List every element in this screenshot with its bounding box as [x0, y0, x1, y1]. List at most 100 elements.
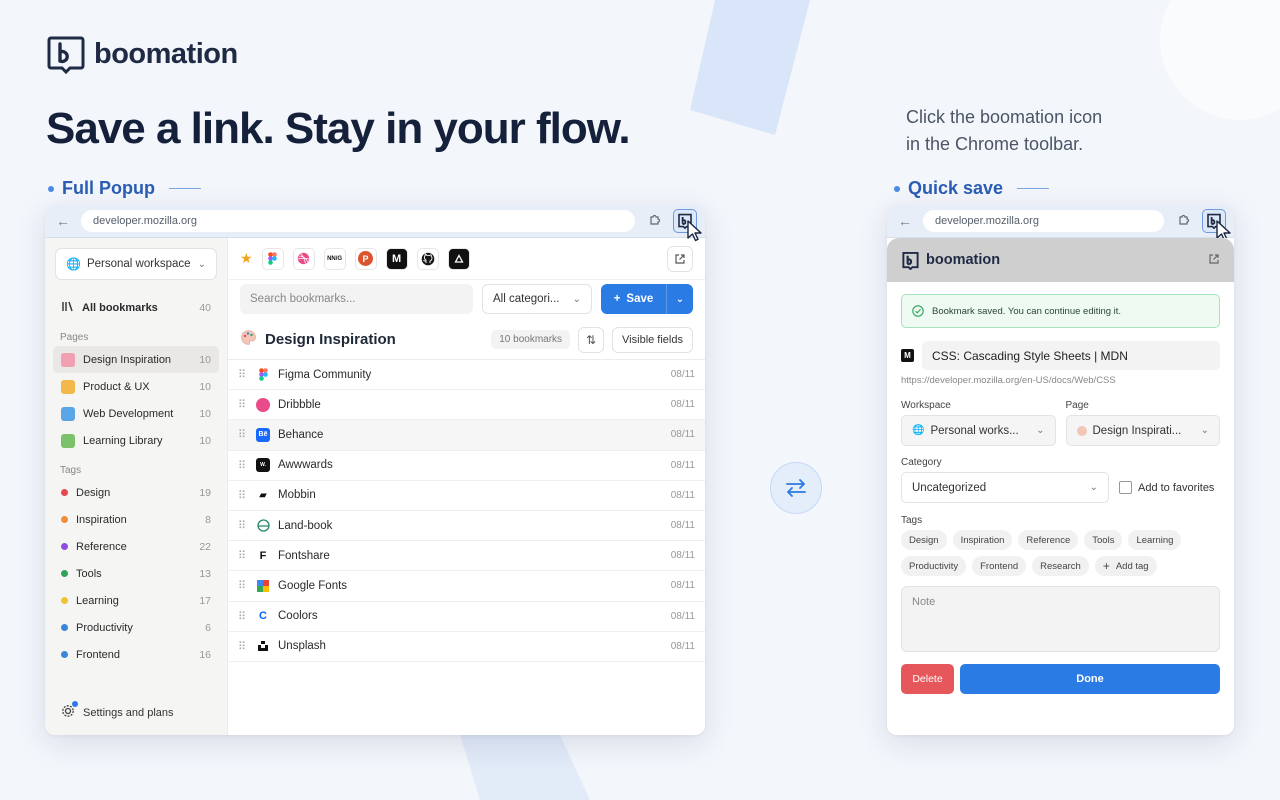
popup-main: ★ NN/G P M Search bookmarks... All categ…	[228, 238, 705, 735]
bookmark-name: Dribbble	[278, 398, 321, 411]
tag-chip[interactable]: Frontend	[972, 556, 1027, 576]
bookmark-row[interactable]: ⠿ Bē Behance 08/11	[228, 420, 705, 451]
bookmark-row[interactable]: ⠿ W. Awwwards 08/11	[228, 451, 705, 481]
sidebar-item-label: Reference	[76, 540, 127, 553]
drag-handle-icon[interactable]: ⠿	[238, 398, 248, 411]
sidebar-item-tag[interactable]: Productivity 6	[53, 614, 219, 641]
tag-chip[interactable]: Inspiration	[952, 530, 1013, 550]
awwwards-favicon-icon: W.	[256, 458, 270, 473]
tags-list: Design 19 Inspiration 8 Reference 22 Tools 13 Le…	[45, 479, 227, 668]
sidebar-item-tag[interactable]: Design 19	[53, 479, 219, 506]
swap-view-button[interactable]	[770, 462, 822, 514]
category-select[interactable]: All categori... ⌄	[482, 284, 592, 314]
drag-handle-icon[interactable]: ⠿	[238, 489, 248, 502]
sidebar-item-page[interactable]: Product & UX 10	[53, 373, 219, 400]
drag-handle-icon[interactable]: ⠿	[238, 459, 248, 472]
bookmark-row[interactable]: ⠿ F Fontshare 08/11	[228, 541, 705, 572]
settings-and-plans-link[interactable]: Settings and plans	[61, 701, 174, 721]
sidebar-item-page[interactable]: Learning Library 10	[53, 427, 219, 454]
save-options-button[interactable]: ⌄	[666, 284, 693, 314]
mobbin-favicon-icon[interactable]: M	[385, 247, 408, 270]
drag-handle-icon[interactable]: ⠿	[238, 610, 248, 623]
bookmark-row[interactable]: ⠿ Dribbble 08/11	[228, 390, 705, 421]
bookmark-row[interactable]: ⠿ Figma Community 08/11	[228, 360, 705, 391]
bookmark-date: 08/11	[670, 369, 695, 381]
boomation-extension-button[interactable]	[1202, 209, 1231, 242]
workspace-selector[interactable]: 🌐 Personal workspace ⌄	[55, 248, 217, 280]
sidebar-item-page[interactable]: Design Inspiration 10	[53, 346, 219, 373]
bookmark-name: Fontshare	[278, 549, 330, 562]
chevron-down-icon: ⌄	[1200, 425, 1209, 436]
tag-chip[interactable]: Reference	[1018, 530, 1079, 550]
address-bar[interactable]: developer.mozilla.org	[923, 210, 1164, 232]
tag-chip[interactable]: Tools	[1084, 530, 1123, 550]
tag-chip[interactable]: Learning	[1128, 530, 1182, 550]
back-arrow-icon[interactable]: ←	[53, 213, 73, 229]
bookmark-row[interactable]: ⠿ Google Fonts 08/11	[228, 571, 705, 602]
bookmark-row[interactable]: ⠿ Land-book 08/11	[228, 511, 705, 542]
favorites-checkbox[interactable]	[1119, 481, 1132, 494]
search-input[interactable]: Search bookmarks...	[240, 284, 473, 314]
visible-fields-button[interactable]: Visible fields	[612, 326, 693, 353]
github-favicon-icon[interactable]	[416, 247, 439, 270]
sidebar-item-label: Design Inspiration	[83, 353, 172, 366]
saved-alert: Bookmark saved. You can continue editing…	[901, 294, 1220, 328]
back-arrow-icon[interactable]: ←	[895, 213, 915, 229]
sidebar-item-tag[interactable]: Reference 22	[53, 533, 219, 560]
dribbble-favicon-icon[interactable]	[292, 247, 315, 270]
page-select[interactable]: Design Inspirati... ⌄	[1065, 415, 1220, 446]
bookmark-row[interactable]: ⠿ C Coolors 08/11	[228, 602, 705, 632]
sidebar-item-count: 16	[199, 648, 211, 661]
boomation-extension-button[interactable]	[673, 209, 702, 242]
mdn-favicon-icon: M	[901, 349, 914, 362]
page-icon	[61, 379, 75, 394]
sidebar-item-all-bookmarks[interactable]: All bookmarks 40	[53, 294, 219, 321]
popup-toolbar: Search bookmarks... All categori... ⌄ + S…	[228, 280, 705, 318]
address-bar[interactable]: developer.mozilla.org	[81, 210, 635, 232]
chevron-down-icon: ⌄	[1036, 425, 1045, 436]
page-icon	[61, 406, 75, 421]
sidebar-item-page[interactable]: Web Development 10	[53, 400, 219, 427]
sidebar-item-tag[interactable]: Tools 13	[53, 560, 219, 587]
sidebar-item-tag[interactable]: Frontend 16	[53, 641, 219, 668]
drag-handle-icon[interactable]: ⠿	[238, 519, 248, 532]
drag-handle-icon[interactable]: ⠿	[238, 428, 248, 441]
nng-favicon-icon[interactable]: NN/G	[323, 247, 346, 270]
producthunt-favicon-icon[interactable]: P	[354, 247, 377, 270]
sidebar-item-tag[interactable]: Inspiration 8	[53, 506, 219, 533]
drag-handle-icon[interactable]: ⠿	[238, 579, 248, 592]
tags-block: Tags Design Inspiration Reference Tools Lear…	[901, 515, 1220, 576]
bookmark-row[interactable]: ⠿ Unsplash 08/11	[228, 632, 705, 662]
note-textarea[interactable]: Note	[901, 586, 1220, 652]
sort-button[interactable]: ⇅	[578, 326, 605, 353]
title-input[interactable]: CSS: Cascading Style Sheets | MDN	[922, 341, 1220, 370]
open-external-button[interactable]	[667, 245, 693, 272]
vercel-favicon-icon[interactable]	[447, 247, 470, 270]
tag-color-dot	[61, 543, 68, 550]
external-link-icon[interactable]	[1208, 253, 1220, 268]
delete-button[interactable]: Delete	[901, 664, 954, 694]
add-tag-button[interactable]: + Add tag	[1094, 556, 1157, 576]
bookmark-name: Awwwards	[278, 459, 333, 472]
boomation-logo-icon	[902, 251, 919, 270]
library-icon	[61, 300, 74, 316]
workspace-select[interactable]: 🌐 Personal works... ⌄	[901, 415, 1056, 446]
drag-handle-icon[interactable]: ⠿	[238, 640, 248, 653]
section-line	[168, 188, 201, 189]
category-select[interactable]: Uncategorized ⌄	[901, 472, 1109, 503]
drag-handle-icon[interactable]: ⠿	[238, 549, 248, 562]
tag-chip[interactable]: Productivity	[901, 556, 967, 576]
fontshare-favicon-icon: F	[256, 548, 270, 563]
save-button[interactable]: + Save	[601, 293, 666, 305]
drag-handle-icon[interactable]: ⠿	[238, 368, 248, 381]
tag-chip[interactable]: Design	[901, 530, 947, 550]
star-icon[interactable]: ★	[240, 250, 253, 267]
done-button[interactable]: Done	[960, 664, 1220, 694]
bookmark-row[interactable]: ⠿ ▰ Mobbin 08/11	[228, 481, 705, 511]
sidebar-item-tag[interactable]: Learning 17	[53, 587, 219, 614]
extensions-puzzle-icon[interactable]	[645, 213, 665, 230]
extensions-puzzle-icon[interactable]	[1174, 213, 1194, 230]
tag-chip[interactable]: Research	[1032, 556, 1089, 576]
figma-favicon-icon[interactable]	[261, 247, 284, 270]
bookmark-date: 08/11	[670, 489, 695, 501]
